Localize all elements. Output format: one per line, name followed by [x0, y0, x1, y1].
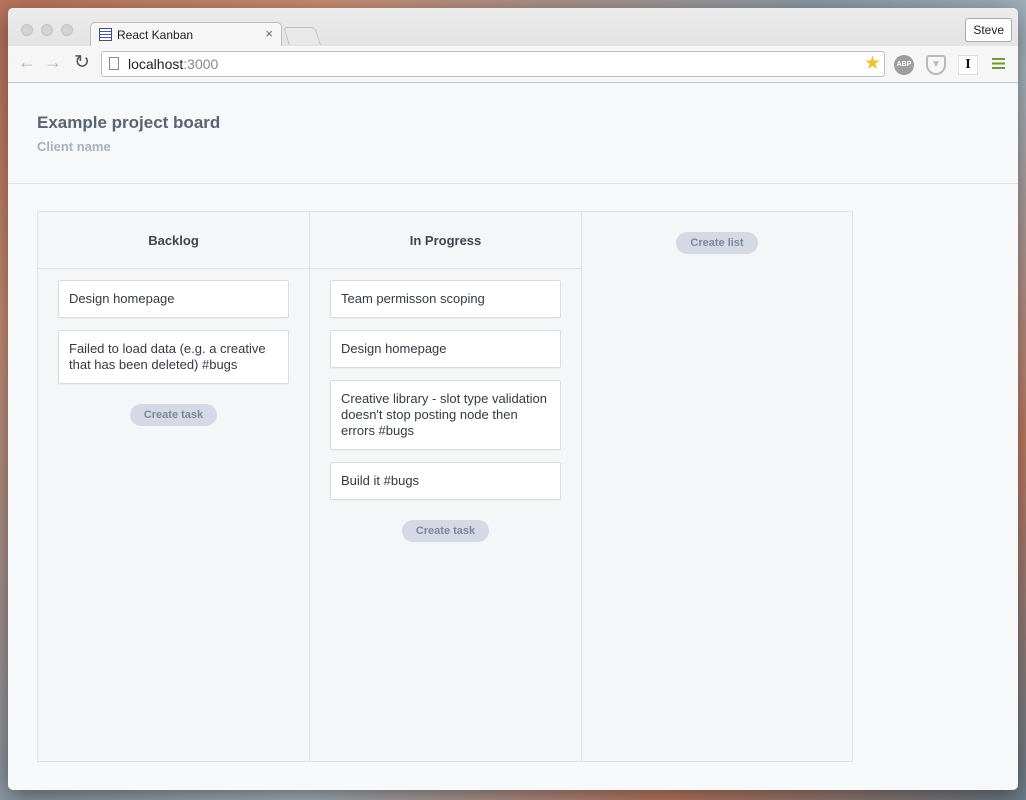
- browser-toolbar: ← → ↻ localhost:3000 ★ ABP ▼ I: [8, 46, 1018, 83]
- task-card[interactable]: Design homepage: [58, 280, 289, 318]
- list-backlog: Backlog Design homepage Failed to load d…: [38, 212, 310, 761]
- create-list-button[interactable]: Create list: [676, 232, 758, 254]
- create-task-wrap: Create task: [330, 512, 561, 542]
- shield-extension-icon[interactable]: ▼: [926, 55, 946, 75]
- create-list-column: Create list: [582, 212, 852, 761]
- list-title: In Progress: [310, 212, 581, 269]
- bookmark-star-icon[interactable]: ★: [864, 52, 881, 75]
- card-container: Team permisson scoping Design homepage C…: [330, 280, 561, 542]
- page-icon: [109, 57, 119, 70]
- zoom-window-icon[interactable]: [61, 24, 73, 36]
- task-card[interactable]: Build it #bugs: [330, 462, 561, 500]
- minimize-window-icon[interactable]: [41, 24, 53, 36]
- new-tab-button[interactable]: [283, 27, 321, 45]
- board-title: Example project board: [37, 113, 221, 132]
- reload-icon[interactable]: ↻: [74, 51, 90, 74]
- forward-arrow-icon[interactable]: →: [44, 52, 62, 73]
- close-window-icon[interactable]: [21, 24, 33, 36]
- card-container: Design homepage Failed to load data (e.g…: [58, 280, 289, 426]
- browser-window: React Kanban × Steve ← → ↻ localhost:300…: [8, 8, 1018, 790]
- kanban-favicon-icon: [99, 28, 112, 41]
- address-bar[interactable]: localhost:3000 ★: [101, 51, 885, 77]
- task-card[interactable]: Team permisson scoping: [330, 280, 561, 318]
- tab-title: React Kanban: [117, 28, 194, 42]
- url-text: localhost:3000: [128, 56, 219, 72]
- create-task-wrap: Create task: [58, 396, 289, 426]
- client-name: Client name: [37, 139, 111, 154]
- create-task-button[interactable]: Create task: [401, 520, 490, 542]
- list-title: Backlog: [38, 212, 309, 269]
- kanban-board: Backlog Design homepage Failed to load d…: [37, 211, 853, 762]
- instapaper-icon[interactable]: I: [958, 55, 978, 75]
- tab-close-icon[interactable]: ×: [265, 26, 273, 41]
- title-bar: React Kanban × Steve: [8, 8, 1018, 47]
- create-task-button[interactable]: Create task: [129, 404, 218, 426]
- create-list-wrap: Create list: [582, 212, 852, 254]
- task-card[interactable]: Design homepage: [330, 330, 561, 368]
- adblock-icon[interactable]: ABP: [894, 55, 914, 75]
- hamburger-menu-icon[interactable]: [992, 58, 1005, 69]
- profile-button[interactable]: Steve: [965, 18, 1012, 42]
- list-in-progress: In Progress Team permisson scoping Desig…: [310, 212, 582, 761]
- task-card[interactable]: Creative library - slot type validation …: [330, 380, 561, 450]
- browser-tab[interactable]: React Kanban ×: [90, 22, 282, 47]
- back-arrow-icon[interactable]: ←: [18, 52, 36, 73]
- page-header: Example project board Client name: [8, 83, 1018, 184]
- task-card[interactable]: Failed to load data (e.g. a creative tha…: [58, 330, 289, 384]
